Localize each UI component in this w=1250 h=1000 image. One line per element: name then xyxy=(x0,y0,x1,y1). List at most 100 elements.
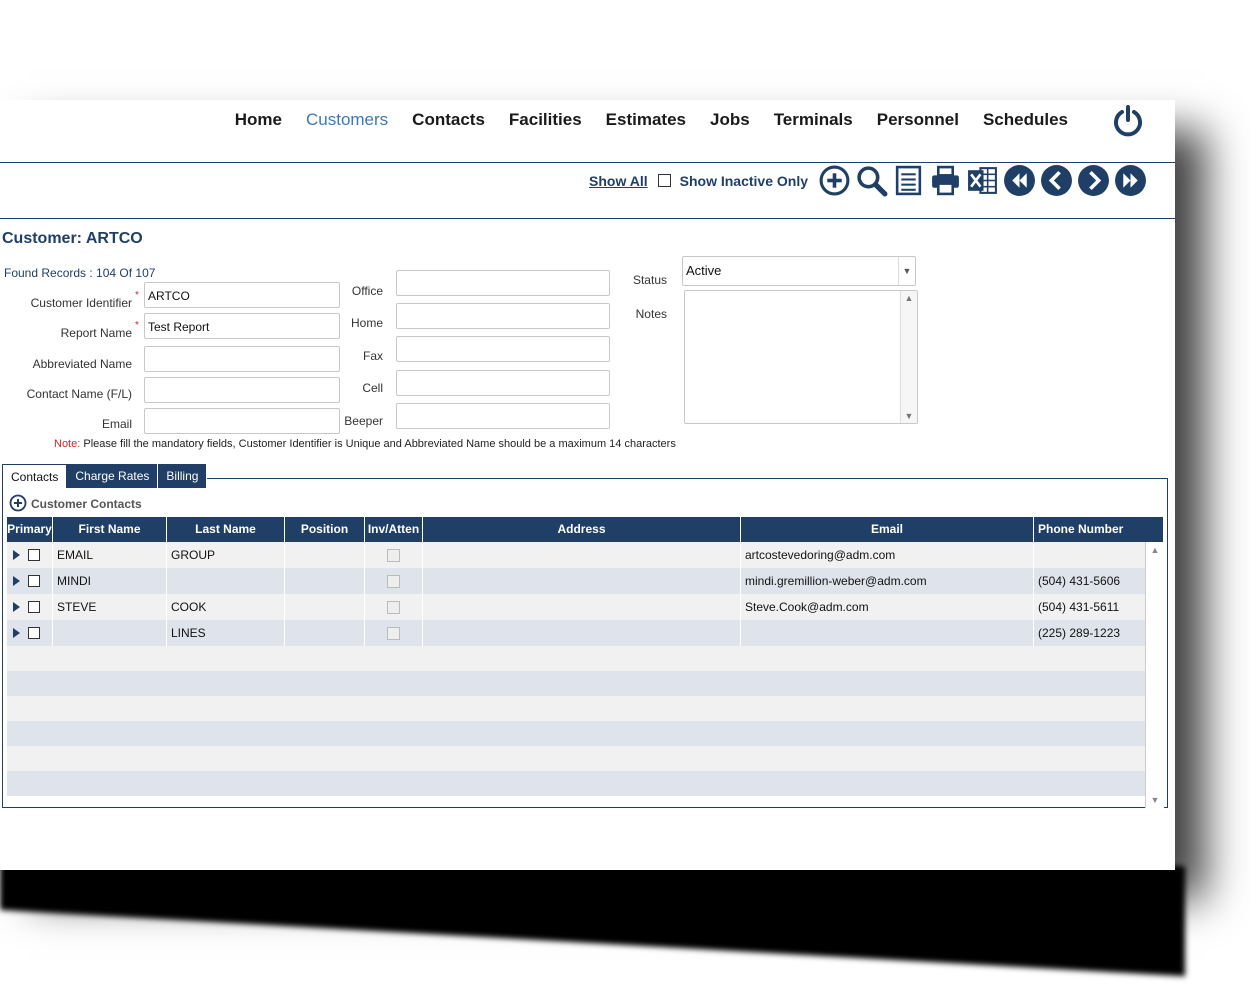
nav-contacts[interactable]: Contacts xyxy=(400,110,497,130)
prev-record-icon[interactable] xyxy=(1040,164,1073,197)
col-inv-atten[interactable]: Inv/Atten xyxy=(365,517,423,542)
phone-cell: (504) 431-5606 xyxy=(1034,568,1146,594)
col-first-name[interactable]: First Name xyxy=(53,517,167,542)
nav-facilities[interactable]: Facilities xyxy=(497,110,594,130)
tab-bar: Contacts Charge Rates Billing xyxy=(2,464,208,488)
last-name-cell: LINES xyxy=(167,620,285,646)
nav-home[interactable]: Home xyxy=(223,110,294,130)
fax-input[interactable] xyxy=(396,336,610,362)
customer-identifier-input[interactable]: ARTCO xyxy=(144,282,340,308)
expand-row-icon[interactable] xyxy=(13,550,20,560)
print-icon[interactable] xyxy=(929,164,962,197)
first-record-icon[interactable] xyxy=(1003,164,1036,197)
table-row[interactable]: LINES (225) 289-1223 xyxy=(7,620,1164,646)
main-nav: Home Customers Contacts Facilities Estim… xyxy=(223,110,1080,130)
scroll-up-icon[interactable]: ▲ xyxy=(901,293,917,303)
header-divider xyxy=(0,162,1175,163)
add-contact-icon[interactable] xyxy=(9,494,27,512)
tab-charge-rates[interactable]: Charge Rates xyxy=(67,464,159,488)
inv-atten-checkbox[interactable] xyxy=(387,575,400,588)
inv-atten-cell xyxy=(365,594,423,620)
primary-checkbox[interactable] xyxy=(28,549,40,561)
col-phone-number[interactable]: Phone Number xyxy=(1034,517,1164,542)
note-text: Please fill the mandatory fields, Custom… xyxy=(80,438,676,450)
col-primary[interactable]: Primary xyxy=(7,517,53,542)
excel-icon[interactable] xyxy=(966,164,999,197)
inv-atten-checkbox[interactable] xyxy=(387,601,400,614)
tab-contacts[interactable]: Contacts xyxy=(2,464,68,488)
note-prefix: Note: xyxy=(54,438,81,450)
show-all-link[interactable]: Show All xyxy=(589,173,648,189)
found-records: Found Records : 104 Of 107 xyxy=(4,266,156,280)
nav-personnel[interactable]: Personnel xyxy=(865,110,971,130)
beeper-input[interactable] xyxy=(396,403,610,429)
tab-panel: Customer Contacts Primary First Name Las… xyxy=(2,478,1168,808)
last-record-icon[interactable] xyxy=(1114,164,1147,197)
empty-row xyxy=(7,721,1164,746)
email-cell: Steve.Cook@adm.com xyxy=(741,594,1034,620)
customer-contacts-title: Customer Contacts xyxy=(31,497,142,511)
col-last-name[interactable]: Last Name xyxy=(167,517,285,542)
add-icon[interactable] xyxy=(818,164,851,197)
first-name-cell xyxy=(53,620,167,646)
primary-cell xyxy=(7,594,53,620)
cell-input[interactable] xyxy=(396,370,610,396)
col-position[interactable]: Position xyxy=(285,517,365,542)
nav-schedules[interactable]: Schedules xyxy=(971,110,1080,130)
email-cell: artcostevedoring@adm.com xyxy=(741,542,1034,568)
mandatory-note: Note: Please fill the mandatory fields, … xyxy=(54,438,676,450)
office-input[interactable] xyxy=(396,270,610,296)
nav-terminals[interactable]: Terminals xyxy=(762,110,865,130)
first-name-cell: EMAIL xyxy=(53,542,167,568)
empty-row xyxy=(7,671,1164,696)
col-email[interactable]: Email xyxy=(741,517,1034,542)
table-row[interactable]: MINDI mindi.gremillion-weber@adm.com (50… xyxy=(7,568,1164,594)
nav-estimates[interactable]: Estimates xyxy=(594,110,698,130)
primary-checkbox[interactable] xyxy=(28,601,40,613)
empty-row xyxy=(7,696,1164,721)
primary-checkbox[interactable] xyxy=(28,575,40,587)
inv-atten-checkbox[interactable] xyxy=(387,549,400,562)
abbreviated-name-input[interactable] xyxy=(144,346,340,372)
scroll-down-icon[interactable]: ▼ xyxy=(901,411,917,421)
grid-scrollbar[interactable]: ▲ ▼ xyxy=(1145,542,1164,808)
show-inactive-checkbox[interactable] xyxy=(657,174,671,187)
col-address[interactable]: Address xyxy=(423,517,741,542)
inv-atten-checkbox[interactable] xyxy=(387,627,400,640)
next-record-icon[interactable] xyxy=(1077,164,1110,197)
expand-row-icon[interactable] xyxy=(13,602,20,612)
report-name-input[interactable]: Test Report xyxy=(144,313,340,339)
table-row[interactable]: STEVE COOK Steve.Cook@adm.com (504) 431-… xyxy=(7,594,1164,620)
grid-header: Primary First Name Last Name Position In… xyxy=(7,517,1164,542)
expand-row-icon[interactable] xyxy=(13,628,20,638)
first-name-cell: MINDI xyxy=(53,568,167,594)
status-value: Active xyxy=(686,263,722,278)
scroll-up-icon[interactable]: ▲ xyxy=(1146,545,1164,555)
list-icon[interactable] xyxy=(892,164,925,197)
home-input[interactable] xyxy=(396,303,610,329)
notes-scrollbar[interactable]: ▲ ▼ xyxy=(900,291,917,423)
table-row[interactable]: EMAIL GROUP artcostevedoring@adm.com xyxy=(7,542,1164,568)
home-label: Home xyxy=(350,316,383,330)
primary-checkbox[interactable] xyxy=(28,627,40,639)
toolbar: Show All Show Inactive Only xyxy=(589,164,1147,197)
scroll-down-icon[interactable]: ▼ xyxy=(1146,795,1164,805)
tab-billing[interactable]: Billing xyxy=(158,464,208,488)
status-select[interactable]: Active ▼ xyxy=(682,256,916,286)
email-cell xyxy=(741,620,1034,646)
fax-label: Fax xyxy=(362,349,383,363)
search-icon[interactable] xyxy=(855,164,888,197)
chevron-down-icon[interactable]: ▼ xyxy=(898,257,915,285)
inv-atten-cell xyxy=(365,620,423,646)
address-cell xyxy=(423,542,741,568)
primary-cell xyxy=(7,542,53,568)
required-mark: * xyxy=(135,290,139,301)
power-icon[interactable] xyxy=(1111,104,1145,138)
notes-textarea[interactable]: ▲ ▼ xyxy=(684,290,918,424)
nav-jobs[interactable]: Jobs xyxy=(698,110,762,130)
email-input[interactable] xyxy=(144,408,340,434)
expand-row-icon[interactable] xyxy=(13,576,20,586)
nav-customers[interactable]: Customers xyxy=(294,110,400,130)
contact-name-input[interactable] xyxy=(144,377,340,403)
show-inactive-label: Show Inactive Only xyxy=(679,172,808,189)
